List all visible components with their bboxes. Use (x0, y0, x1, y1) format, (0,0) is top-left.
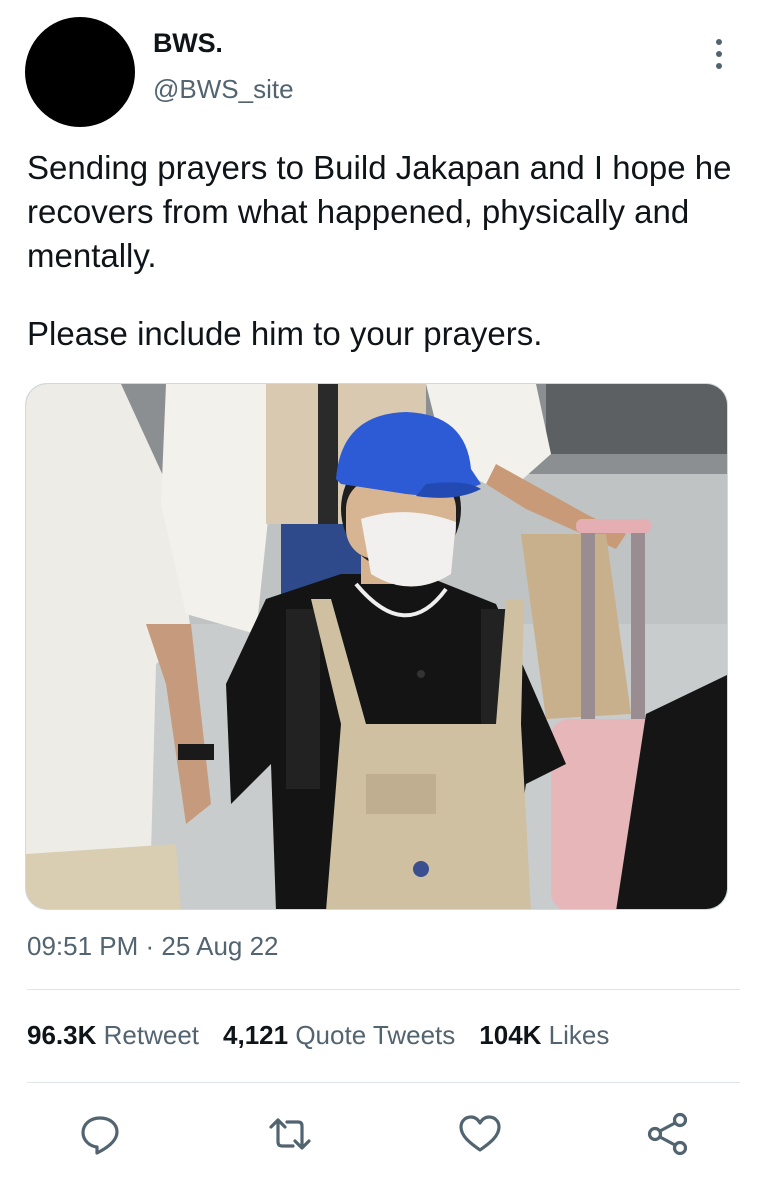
divider (27, 989, 740, 990)
quote-tweets-label: Quote Tweets (295, 1020, 456, 1050)
likes-stat[interactable]: 104K Likes (479, 1020, 609, 1051)
tweet-timestamp[interactable]: 09:51 PM · 25 Aug 22 (27, 931, 279, 962)
tweet-text: Sending prayers to Build Jakapan and I h… (27, 146, 747, 356)
like-button[interactable] (456, 1110, 504, 1158)
heart-icon (459, 1115, 501, 1152)
author-handle[interactable]: @BWS_site (153, 74, 294, 105)
retweet-button[interactable] (266, 1110, 314, 1158)
tweet-photo[interactable] (25, 383, 728, 910)
reply-icon (81, 1116, 119, 1155)
more-dot-icon (716, 39, 722, 45)
retweets-stat[interactable]: 96.3K Retweet (27, 1020, 199, 1051)
author-display-name[interactable]: BWS. (153, 28, 223, 59)
divider (27, 1082, 740, 1083)
tweet-detail: BWS. @BWS_site Sending prayers to Build … (0, 0, 766, 1200)
more-dot-icon (716, 63, 722, 69)
share-button[interactable] (644, 1110, 692, 1158)
reply-button[interactable] (76, 1110, 124, 1158)
share-icon (647, 1112, 688, 1156)
tweet-paragraph: Please include him to your prayers. (27, 315, 543, 352)
retweets-count: 96.3K (27, 1020, 97, 1050)
quote-tweets-count: 4,121 (223, 1020, 289, 1050)
more-dot-icon (716, 51, 722, 57)
retweet-icon (269, 1118, 311, 1150)
likes-label: Likes (548, 1020, 610, 1050)
likes-count: 104K (479, 1020, 542, 1050)
avatar[interactable] (25, 17, 135, 127)
tweet-paragraph: Sending prayers to Build Jakapan and I h… (27, 149, 732, 274)
more-options-button[interactable] (704, 36, 734, 72)
retweets-label: Retweet (103, 1020, 200, 1050)
photo-illustration (26, 384, 727, 909)
quote-tweets-stat[interactable]: 4,121 Quote Tweets (223, 1020, 455, 1051)
engagement-stats: 96.3K Retweet 4,121 Quote Tweets 104K Like… (27, 1020, 633, 1051)
